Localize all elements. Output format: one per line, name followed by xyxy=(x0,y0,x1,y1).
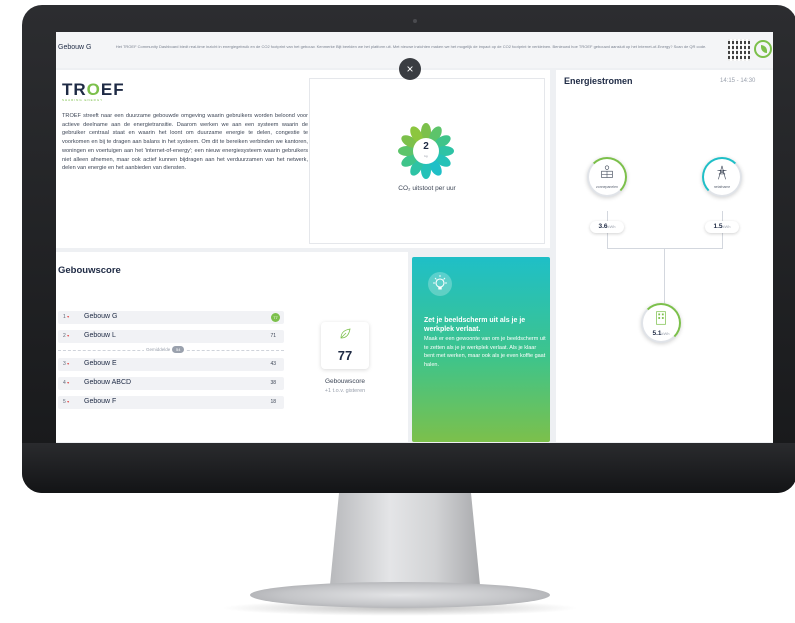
average-badge: 54 xyxy=(172,346,185,353)
flow-line xyxy=(664,248,665,303)
header-notice: Het TROEF Community Dashboard biedt real… xyxy=(115,44,707,49)
rank-number: 3 ▾ xyxy=(63,361,70,367)
time-range: 14:15 - 14:30 xyxy=(720,78,756,84)
node-label: netafname xyxy=(713,185,731,189)
tip-title: Zet je beeldscherm uit als je je werkple… xyxy=(424,317,526,333)
solar-panel-icon xyxy=(601,165,613,178)
leaf-icon xyxy=(340,328,351,339)
score-value: 77 xyxy=(337,348,353,363)
tip-body: Maak er een gewoonte van om je beeldsche… xyxy=(424,336,546,368)
rank-number: 2 ▾ xyxy=(63,333,70,339)
ranking-row[interactable]: 1 ▾ Gebouw G 77 xyxy=(58,311,284,324)
rank-number: 1 ▾ xyxy=(63,314,70,320)
rank-number: 4 ▾ xyxy=(63,380,70,386)
building-score: 77 xyxy=(271,313,280,322)
troef-logo-icon xyxy=(754,40,772,58)
rank-number: 5 ▾ xyxy=(63,399,70,405)
score-delta: +1 t.o.v. gisteren xyxy=(324,388,366,394)
troef-logo-sub: SHARING ENERGY xyxy=(62,98,104,102)
trend-icon: ▾ xyxy=(67,361,70,366)
building-score: 18 xyxy=(270,399,276,405)
lightbulb-icon xyxy=(428,272,452,296)
close-button[interactable]: × xyxy=(399,58,421,80)
average-label: Gemiddelde 54 xyxy=(144,346,187,353)
building-name: Gebouw ABCD xyxy=(84,379,132,386)
trend-icon: ▾ xyxy=(67,333,70,338)
trend-icon: ▾ xyxy=(67,314,70,319)
score-label: Gebouwscore xyxy=(324,378,366,385)
solar-node[interactable]: zonnepanelen xyxy=(587,157,627,197)
building-score: 71 xyxy=(270,333,276,339)
building-name: Gebouw L xyxy=(84,332,116,339)
co2-unit: kg xyxy=(424,154,428,158)
building-node[interactable]: 5.1kWh xyxy=(641,303,681,343)
troef-logo: TROEF xyxy=(62,80,125,99)
building-name: Gebouw E xyxy=(84,360,117,367)
co2-value: 2 xyxy=(423,141,429,152)
trend-icon: ▾ xyxy=(67,380,70,385)
building-name: Gebouw G xyxy=(84,313,118,320)
dashboard-screen: Gebouw G Het TROEF Community Dashboard b… xyxy=(56,32,773,444)
co2-label: CO₂ uitstoot per uur xyxy=(398,185,456,192)
camera-dot xyxy=(413,19,417,23)
grid-node[interactable]: netafname xyxy=(702,157,742,197)
monitor-stand-base xyxy=(250,582,550,608)
energiestromen-title: Energiestromen xyxy=(564,76,633,86)
building-selector[interactable]: Gebouw G xyxy=(58,44,91,51)
monitor-chin xyxy=(22,443,795,493)
ranking-row[interactable]: 2 ▾ Gebouw L 71 xyxy=(58,330,284,343)
gebouwscore-title: Gebouwscore xyxy=(58,265,121,276)
trend-icon: ▾ xyxy=(67,399,70,404)
monitor-stand-neck xyxy=(330,493,480,585)
ranking-row[interactable]: 5 ▾ Gebouw F 18 xyxy=(58,396,284,409)
intro-text: TROEF streeft naar een duurzame gebouwde… xyxy=(62,113,308,172)
building-score: 43 xyxy=(270,361,276,367)
qr-code-pattern xyxy=(728,39,750,61)
node-label: zonnepanelen xyxy=(596,185,618,189)
building-value: 5.1kWh xyxy=(652,330,670,337)
power-pylon-icon xyxy=(717,165,727,180)
ranking-row[interactable]: 3 ▾ Gebouw E 43 xyxy=(58,358,284,371)
grid-value: 1.5kWh xyxy=(705,221,739,233)
ranking-row[interactable]: 4 ▾ Gebouw ABCD 38 xyxy=(58,377,284,390)
building-score: 38 xyxy=(270,380,276,386)
building-icon xyxy=(656,311,666,325)
building-name: Gebouw F xyxy=(84,398,117,405)
solar-value: 3.6kWh xyxy=(590,221,624,233)
flow-line xyxy=(607,248,723,249)
